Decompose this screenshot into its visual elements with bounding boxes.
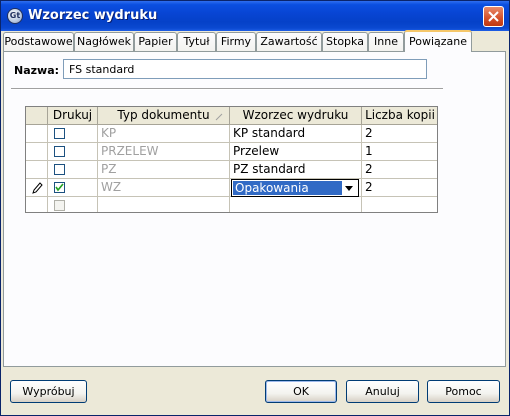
print-checkbox-new[interactable] xyxy=(54,200,65,211)
doc-type-cell: PRZELEW xyxy=(98,143,230,161)
row-header[interactable] xyxy=(26,143,48,161)
try-button[interactable]: Wypróbuj xyxy=(10,380,87,403)
print-checkbox[interactable] xyxy=(54,146,65,157)
copies-cell[interactable]: 2 xyxy=(362,179,437,197)
row-header-corner xyxy=(26,107,48,125)
row-header[interactable] xyxy=(26,179,48,197)
tab-tytul[interactable]: Tytuł xyxy=(177,32,216,51)
pencil-icon xyxy=(32,182,43,194)
doc-type-cell: KP xyxy=(98,125,230,143)
copies-cell[interactable]: 2 xyxy=(362,161,437,179)
row-header[interactable] xyxy=(26,161,48,179)
tab-stopka[interactable]: Stopka xyxy=(322,32,368,51)
column-header-template[interactable]: Wzorzec wydruku xyxy=(230,107,362,125)
title-bar[interactable]: Gt Wzorzec wydruku xyxy=(1,1,509,31)
chevron-down-icon[interactable] xyxy=(341,181,357,195)
tab-powiazane[interactable]: Powiązane xyxy=(404,30,472,52)
print-checkbox[interactable] xyxy=(54,164,65,175)
column-header-doc-type[interactable]: Typ dokumentu xyxy=(98,107,230,125)
separator xyxy=(11,88,443,90)
sort-indicator-icon xyxy=(215,113,223,121)
template-combobox[interactable]: Opakowania xyxy=(231,179,359,197)
template-combobox-value: Opakowania xyxy=(233,181,342,195)
tab-inne[interactable]: Inne xyxy=(368,32,404,51)
template-cell[interactable]: PZ standard xyxy=(230,161,362,179)
checkmark-icon xyxy=(55,183,64,192)
print-cell[interactable] xyxy=(48,125,98,143)
print-cell[interactable] xyxy=(48,143,98,161)
print-cell[interactable] xyxy=(48,161,98,179)
help-button[interactable]: Pomoc xyxy=(427,380,500,403)
row-header[interactable] xyxy=(26,197,48,212)
print-cell[interactable] xyxy=(48,179,98,197)
doc-type-cell[interactable] xyxy=(98,197,230,212)
print-cell[interactable] xyxy=(48,197,98,212)
template-cell[interactable]: Przelew xyxy=(230,143,362,161)
tab-papier[interactable]: Papier xyxy=(134,32,177,51)
column-header-print[interactable]: Drukuj xyxy=(48,107,98,125)
close-icon xyxy=(488,11,499,22)
template-cell[interactable]: KP standard xyxy=(230,125,362,143)
close-button[interactable] xyxy=(483,6,504,27)
app-logo-icon: Gt xyxy=(7,8,23,24)
ok-button[interactable]: OK xyxy=(265,380,337,403)
doc-type-cell: WZ xyxy=(98,179,230,197)
print-checkbox[interactable] xyxy=(54,128,65,139)
column-header-doc-type-label: Typ dokumentu xyxy=(117,108,210,122)
row-header[interactable] xyxy=(26,125,48,143)
window-title: Wzorzec wydruku xyxy=(28,8,158,23)
tab-zawartosc[interactable]: Zawartość xyxy=(256,32,322,51)
column-header-copies[interactable]: Liczba kopii xyxy=(362,107,437,125)
copies-cell[interactable]: 1 xyxy=(362,143,437,161)
cancel-button[interactable]: Anuluj xyxy=(346,380,419,403)
copies-cell[interactable]: 2 xyxy=(362,125,437,143)
tab-naglowek[interactable]: Nagłówek xyxy=(74,32,134,51)
template-cell[interactable] xyxy=(230,197,362,212)
dialog-window: Gt Wzorzec wydruku Podstawowe Nagłówek P… xyxy=(0,0,510,416)
tab-firmy[interactable]: Firmy xyxy=(216,32,256,51)
name-input[interactable]: FS standard xyxy=(63,59,427,79)
print-checkbox-checked[interactable] xyxy=(54,182,65,193)
copies-cell[interactable] xyxy=(362,197,437,212)
tab-podstawowe[interactable]: Podstawowe xyxy=(3,32,74,51)
name-label: Nazwa: xyxy=(14,64,60,77)
doc-type-cell: PZ xyxy=(98,161,230,179)
